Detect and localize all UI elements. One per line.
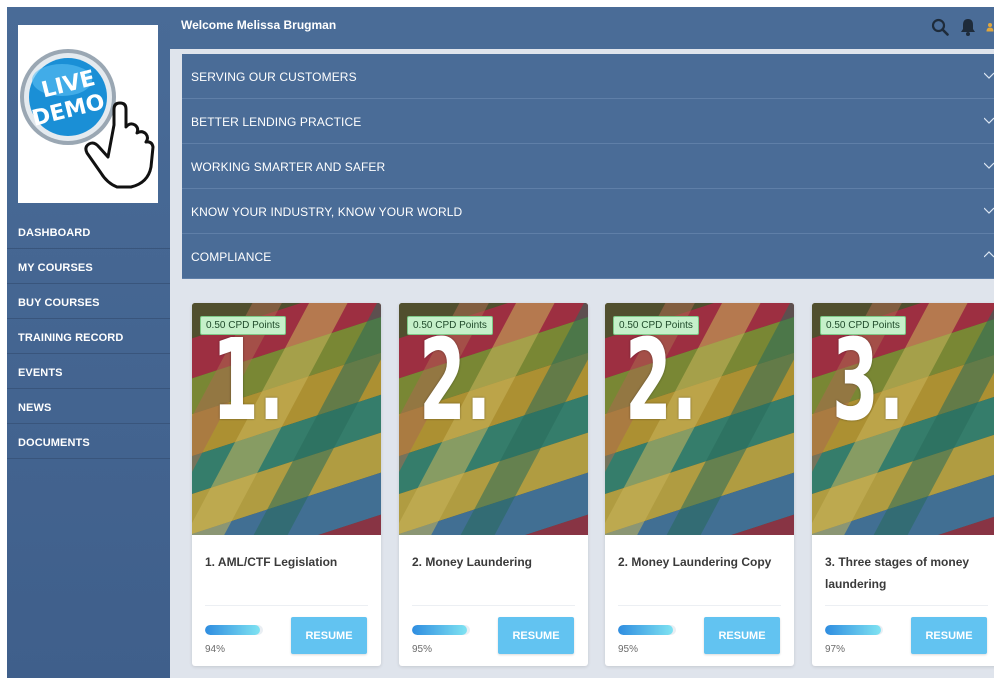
progress-percent: 97% [825,644,846,655]
accordion-section[interactable]: BETTER LENDING PRACTICE [182,99,994,144]
progress-bar [205,625,263,635]
progress-bar-fill [205,625,260,635]
course-thumbnail[interactable]: 1. 0.50 CPD Points [192,303,381,535]
resume-button[interactable]: RESUME [911,617,987,654]
course-number: 2. [625,316,698,446]
cpd-points-badge: 0.50 CPD Points [407,316,493,335]
accordion-section-label: COMPLIANCE [191,250,272,264]
course-card[interactable]: 2. 0.50 CPD Points 2. Money Laundering 9… [399,303,588,666]
progress-bar [618,625,676,635]
card-divider [825,605,988,606]
progress-percent: 95% [412,644,433,655]
card-divider [412,605,575,606]
cpd-points-badge: 0.50 CPD Points [200,316,286,335]
accordion-section-label: BETTER LENDING PRACTICE [191,115,362,129]
course-title[interactable]: 3. Three stages of money laundering [825,551,990,595]
sidebar-nav: DASHBOARD MY COURSES BUY COURSES TRAININ… [7,214,170,459]
progress-percent: 95% [618,644,639,655]
chevron-down-icon[interactable] [984,115,994,125]
accordion-section[interactable]: WORKING SMARTER AND SAFER [182,144,994,189]
search-icon[interactable] [930,15,950,39]
top-bar-icons [930,15,994,39]
sidebar: LIVE DEMO DASHBOARD MY COURSES BUY COURS… [7,7,170,678]
accordion-section[interactable]: KNOW YOUR INDUSTRY, KNOW YOUR WORLD [182,189,994,234]
course-title[interactable]: 2. Money Laundering Copy [618,551,783,573]
card-divider [205,605,368,606]
accordion-section[interactable]: SERVING OUR CUSTOMERS [182,54,994,99]
chevron-down-icon[interactable] [984,70,994,80]
progress-percent: 94% [205,644,226,655]
resume-button[interactable]: RESUME [498,617,574,654]
sidebar-item-training-record[interactable]: TRAINING RECORD [7,319,170,354]
sidebar-item-my-courses[interactable]: MY COURSES [7,249,170,284]
sidebar-item-documents[interactable]: DOCUMENTS [7,424,170,459]
course-number: 3. [832,316,905,446]
chevron-down-icon[interactable] [984,205,994,215]
course-number: 2. [419,316,492,446]
course-number: 1. [212,316,285,446]
course-list: 1. 0.50 CPD Points 1. AML/CTF Legislatio… [170,280,994,678]
course-thumbnail[interactable]: 2. 0.50 CPD Points [605,303,794,535]
welcome-message: Welcome Melissa Brugman [181,18,337,32]
resume-button[interactable]: RESUME [291,617,367,654]
chevron-down-icon[interactable] [984,160,994,170]
sidebar-item-news[interactable]: NEWS [7,389,170,424]
progress-bar-fill [412,625,468,635]
course-title[interactable]: 1. AML/CTF Legislation [205,551,370,573]
course-card[interactable]: 3. 0.50 CPD Points 3. Three stages of mo… [812,303,994,666]
accordion-section-label: WORKING SMARTER AND SAFER [191,160,386,174]
top-bar: Welcome Melissa Brugman [170,7,994,49]
course-title[interactable]: 2. Money Laundering [412,551,577,573]
progress-bar [412,625,470,635]
course-thumbnail[interactable]: 3. 0.50 CPD Points [812,303,994,535]
cpd-points-badge: 0.50 CPD Points [613,316,699,335]
sidebar-item-buy-courses[interactable]: BUY COURSES [7,284,170,319]
cpd-points-badge: 0.50 CPD Points [820,316,906,335]
progress-bar-fill [825,625,882,635]
bell-icon[interactable] [958,15,978,39]
progress-bar [825,625,883,635]
course-thumbnail[interactable]: 2. 0.50 CPD Points [399,303,588,535]
app-window: LIVE DEMO DASHBOARD MY COURSES BUY COURS… [7,7,994,678]
live-demo-logo[interactable]: LIVE DEMO [18,25,158,203]
sidebar-item-dashboard[interactable]: DASHBOARD [7,214,170,249]
sidebar-item-events[interactable]: EVENTS [7,354,170,389]
accordion-section[interactable]: COMPLIANCE [182,234,994,279]
card-divider [618,605,781,606]
course-card[interactable]: 1. 0.50 CPD Points 1. AML/CTF Legislatio… [192,303,381,666]
accordion-section-label: KNOW YOUR INDUSTRY, KNOW YOUR WORLD [191,205,463,219]
chevron-up-icon[interactable] [984,250,994,260]
course-card[interactable]: 2. 0.50 CPD Points 2. Money Laundering C… [605,303,794,666]
user-icon[interactable] [986,15,994,39]
progress-bar-fill [618,625,674,635]
course-category-accordion: SERVING OUR CUSTOMERS BETTER LENDING PRAC… [182,54,994,279]
accordion-section-label: SERVING OUR CUSTOMERS [191,70,357,84]
resume-button[interactable]: RESUME [704,617,780,654]
